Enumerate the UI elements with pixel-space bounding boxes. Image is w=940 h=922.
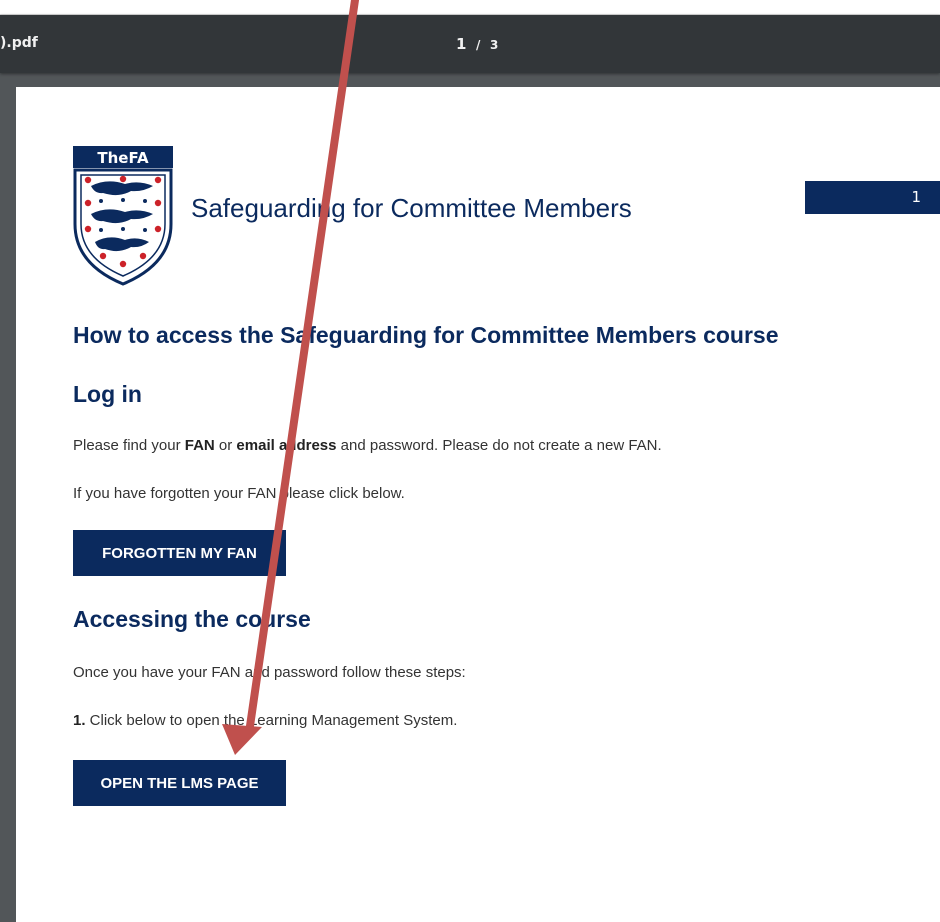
fa-crest-logo: TheFA bbox=[73, 146, 173, 286]
current-page-input[interactable]: 1 bbox=[456, 35, 466, 53]
login-heading: Log in bbox=[73, 381, 142, 407]
open-lms-button[interactable]: OPEN THE LMS PAGE bbox=[73, 760, 286, 806]
browser-top-strip bbox=[0, 0, 940, 15]
page-number-label: 1 bbox=[911, 188, 921, 206]
pdf-page: TheFA Safeguarding for Committee Members… bbox=[16, 87, 940, 922]
forgotten-fan-text: If you have forgotten your FAN please cl… bbox=[73, 485, 405, 502]
total-pages: 3 bbox=[489, 38, 499, 52]
step-one-text: 1. Click below to open the Learning Mana… bbox=[73, 712, 457, 729]
login-text-post: and password. Please do not create a new… bbox=[336, 437, 662, 454]
forgotten-fan-button[interactable]: FORGOTTEN MY FAN bbox=[73, 530, 286, 576]
pdf-filename: ).pdf bbox=[0, 35, 38, 51]
fan-bold-text: FAN bbox=[184, 437, 215, 454]
step-number: 1. bbox=[73, 712, 86, 729]
course-instructions: Once you have your FAN and password foll… bbox=[73, 664, 466, 681]
login-text-mid: or bbox=[214, 437, 237, 454]
login-text-pre: Please find your bbox=[73, 437, 185, 454]
page-number-box: 1 bbox=[805, 181, 940, 214]
document-title: Safeguarding for Committee Members bbox=[191, 193, 632, 223]
crest-logo-text: TheFA bbox=[97, 149, 149, 167]
accessing-course-heading: Accessing the course bbox=[73, 606, 311, 632]
page-indicator: 1 / 3 bbox=[456, 34, 498, 53]
login-instructions: Please find your FAN or email address an… bbox=[73, 437, 662, 454]
main-heading: How to access the Safeguarding for Commi… bbox=[73, 322, 779, 348]
step-text: Click below to open the Learning Managem… bbox=[85, 712, 458, 729]
pdf-toolbar: ).pdf 1 / 3 bbox=[0, 15, 940, 73]
page-separator: / bbox=[476, 38, 481, 52]
email-bold-text: email address bbox=[236, 437, 337, 454]
